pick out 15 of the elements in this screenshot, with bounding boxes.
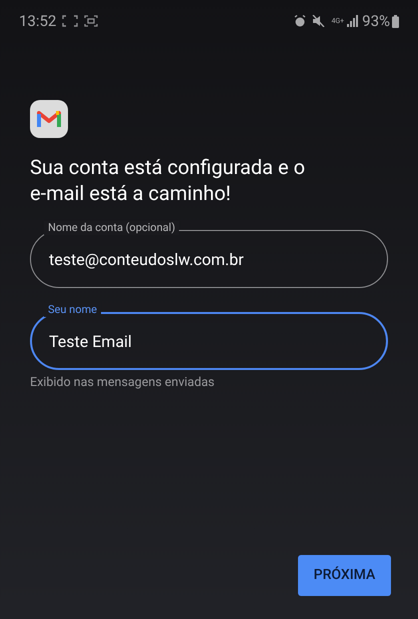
page-title: Sua conta está configurada e o e-mail está a caminho! — [30, 154, 306, 206]
screenshot-frame-icon — [62, 15, 78, 27]
battery-icon — [392, 14, 399, 28]
status-time: 13:52 — [19, 10, 56, 32]
battery-percent: 93% — [362, 10, 390, 32]
signal-icon — [347, 15, 360, 27]
text-field[interactable]: Teste Email — [30, 312, 388, 370]
mute-icon — [312, 15, 326, 27]
helper-text: Exibido nas mensagens enviadas — [30, 374, 215, 392]
mail-app-icon — [30, 100, 68, 138]
screen-record-icon — [84, 15, 98, 27]
field-label: Seu nome — [44, 303, 101, 317]
next-button[interactable]: PRÓXIMA — [298, 555, 391, 596]
field-label: Nome da conta (opcional) — [44, 221, 180, 235]
alarm-icon — [294, 15, 306, 27]
